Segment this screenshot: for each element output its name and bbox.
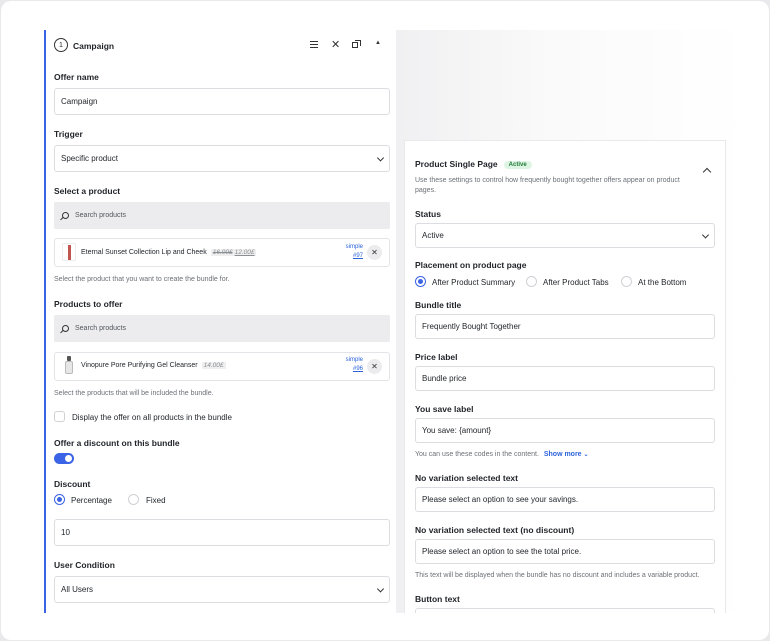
user-condition-label: User Condition [54,560,115,570]
drag-handle-icon[interactable] [310,41,318,48]
display-all-label: Display the offer on all products in the… [72,413,232,422]
no-variation-input[interactable]: Please select an option to see your savi… [415,487,715,512]
selected-product-new-price: 12.00£ [234,249,255,256]
no-variation-value: Please select an option to see your savi… [422,495,579,504]
no-variation-nodisc-input[interactable]: Please select an option to see the total… [415,539,715,564]
search-icon [60,212,69,221]
selected-product-old-price: 16.00£ [212,249,233,256]
offer-products-help: Select the products that will be include… [54,390,214,397]
no-variation-nodisc-value: Please select an option to see the total… [422,547,582,556]
chevron-down-icon: ⌄ [583,452,589,458]
remove-offer-product-button[interactable]: ✕ [367,359,382,374]
app-frame: 1 Campaign ✕ ▲ Offer name Campaign Trigg… [1,1,769,640]
status-badge: Active [503,161,532,169]
offer-name-input[interactable]: Campaign [54,88,390,115]
offer-name-value: Campaign [61,97,98,106]
codes-help: You can use these codes in the content. … [415,451,589,458]
selected-product-info: Eternal Sunset Collection Lip and Cheek 1… [81,249,257,256]
offer-product-price: 14.00£ [201,362,226,369]
you-save-input[interactable]: You save: {amount} [415,418,715,443]
placement-after-tabs-radio[interactable] [526,276,537,287]
selected-product-meta[interactable]: simple #97 [337,243,363,261]
no-variation-nodisc-label: No variation selected text (no discount) [415,525,575,535]
you-save-label: You save label [415,404,474,414]
search-placeholder: Search products [75,212,126,219]
bundle-title-value: Frequently Bought Together [422,322,521,331]
display-all-checkbox[interactable] [54,411,65,422]
no-variation-label: No variation selected text [415,473,518,483]
discount-toggle[interactable] [54,453,74,464]
placement-after-summary-radio[interactable] [415,276,426,287]
discount-fixed-label: Fixed [146,496,166,505]
offer-product-type: simple [345,357,363,363]
active-indicator [44,30,46,613]
product-page-title-row: Product Single Page Active [415,159,532,169]
campaign-number-badge: 1 [54,38,68,52]
selected-product-name: Eternal Sunset Collection Lip and Cheek [81,249,207,256]
codes-help-text: You can use these codes in the content. [415,451,539,458]
bundle-title-input[interactable]: Frequently Bought Together [415,314,715,339]
remove-selected-product-button[interactable]: ✕ [367,245,382,260]
trigger-select[interactable]: Specific product [54,145,390,172]
discount-label: Discount [54,479,91,489]
selected-product-price: 16.00£ 12.00£ [210,249,257,256]
placement-after-tabs-label: After Product Tabs [543,278,609,287]
user-condition-value: All Users [61,585,94,594]
discount-fixed-radio[interactable] [128,494,139,505]
discount-value: 10 [61,528,70,537]
user-condition-select[interactable]: All Users [54,576,390,603]
chevron-down-icon [701,230,710,239]
show-more-label: Show more [543,451,582,458]
offer-product-name: Vinopure Pore Purifying Gel Cleanser [81,362,198,369]
discount-value-input[interactable]: 10 [54,519,390,546]
bundle-title-label: Bundle title [415,300,462,310]
placement-bottom-label: At the Bottom [638,278,687,287]
price-label-input[interactable]: Bundle price [415,366,715,391]
collapse-icon[interactable]: ▲ [375,40,381,46]
product-page-description: Use these settings to control how freque… [415,177,680,194]
status-value: Active [422,231,444,240]
offer-product-meta[interactable]: simple #96 [337,356,363,374]
offer-search-input[interactable]: Search products [54,315,390,342]
price-label-label: Price label [415,352,458,362]
trigger-value: Specific product [61,154,118,163]
offer-product-id: #96 [352,366,363,372]
status-select[interactable]: Active [415,223,715,248]
offer-discount-label: Offer a discount on this bundle [54,438,180,448]
chevron-down-icon [376,584,385,593]
campaign-title: Campaign [73,41,115,51]
offer-name-label: Offer name [54,72,99,82]
products-to-offer-label: Products to offer [54,299,123,309]
discount-percentage-radio[interactable] [54,494,65,505]
placement-label: Placement on product page [415,260,527,270]
button-text-input[interactable] [415,608,715,613]
discount-percentage-label: Percentage [71,496,112,505]
product-thumbnail [62,356,76,375]
close-icon[interactable]: ✕ [331,38,340,51]
placement-bottom-radio[interactable] [621,276,632,287]
button-text-label: Button text [415,594,460,604]
chevron-down-icon [376,153,385,162]
selected-product-type: simple [345,244,363,250]
selected-product-id: #97 [352,253,363,259]
show-more-link[interactable]: Show more ⌄ [544,451,589,458]
product-thumbnail [62,243,76,261]
price-label-value: Bundle price [422,374,467,383]
duplicate-icon[interactable] [352,40,361,49]
trigger-label: Trigger [54,129,83,139]
select-product-help: Select the product that you want to crea… [54,276,230,283]
product-search-input[interactable]: Search products [54,202,390,229]
product-page-title: Product Single Page [415,159,498,169]
status-label: Status [415,209,441,219]
search-placeholder: Search products [75,325,126,332]
variable-help: This text will be displayed when the bun… [415,572,700,579]
you-save-value: You save: {amount} [422,426,492,435]
select-product-label: Select a product [54,186,121,196]
search-icon [60,325,69,334]
offer-product-info: Vinopure Pore Purifying Gel Cleanser 14.0… [81,362,226,369]
placement-after-summary-label: After Product Summary [432,278,516,287]
